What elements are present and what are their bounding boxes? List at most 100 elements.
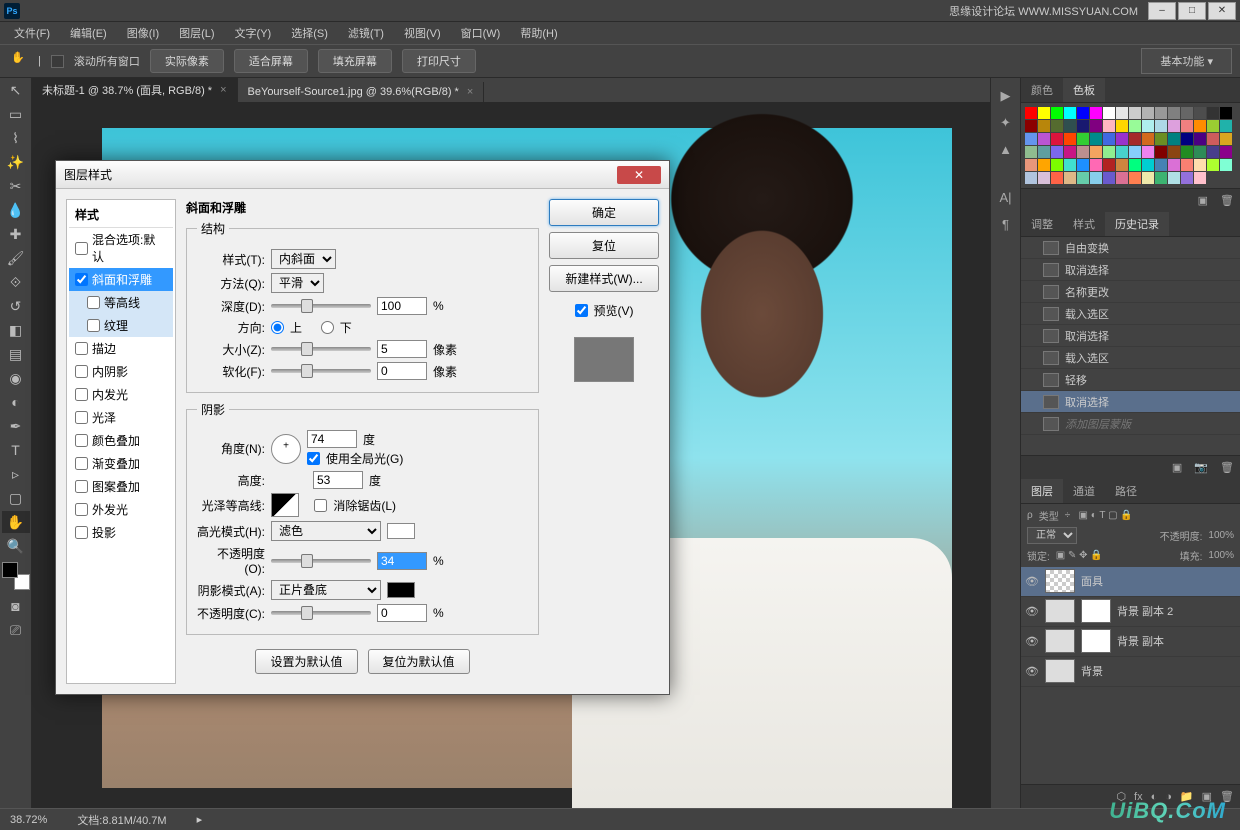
- paragraph-icon[interactable]: ¶: [993, 212, 1019, 238]
- actual-pixels-button[interactable]: 实际像素: [150, 49, 224, 73]
- history-row[interactable]: 添加图层蒙版: [1021, 413, 1240, 435]
- swatch[interactable]: [1038, 120, 1050, 132]
- swatch[interactable]: [1038, 133, 1050, 145]
- swatch[interactable]: [1025, 120, 1037, 132]
- swatch[interactable]: [1207, 146, 1219, 158]
- history-row[interactable]: 取消选择: [1021, 259, 1240, 281]
- swatch[interactable]: [1168, 107, 1180, 119]
- navigator-icon[interactable]: ✦: [993, 110, 1019, 136]
- swatch[interactable]: [1155, 133, 1167, 145]
- swatch[interactable]: [1116, 120, 1128, 132]
- ok-button[interactable]: 确定: [549, 199, 659, 226]
- swatch[interactable]: [1116, 133, 1128, 145]
- swatch[interactable]: [1129, 146, 1141, 158]
- style-list-item[interactable]: 光泽: [69, 406, 173, 429]
- close-button[interactable]: ✕: [1208, 2, 1236, 20]
- swatch[interactable]: [1077, 172, 1089, 184]
- style-list-item[interactable]: 图案叠加: [69, 475, 173, 498]
- style-list-item[interactable]: 外发光: [69, 498, 173, 521]
- highlight-mode-select[interactable]: 滤色: [271, 521, 381, 541]
- layers-tab[interactable]: 图层: [1021, 479, 1063, 503]
- swatch[interactable]: [1207, 133, 1219, 145]
- depth-input[interactable]: [377, 297, 427, 315]
- history-brush-tool[interactable]: ↺: [2, 295, 30, 317]
- style-list-item[interactable]: 渐变叠加: [69, 452, 173, 475]
- swatch[interactable]: [1129, 172, 1141, 184]
- swatch[interactable]: [1103, 159, 1115, 171]
- swatch[interactable]: [1181, 133, 1193, 145]
- swatch[interactable]: [1129, 159, 1141, 171]
- swatch[interactable]: [1103, 133, 1115, 145]
- swatch[interactable]: [1077, 120, 1089, 132]
- history-snap-icon[interactable]: ▣: [1172, 461, 1182, 474]
- angle-control[interactable]: [271, 434, 301, 464]
- move-tool[interactable]: ↖: [2, 79, 30, 101]
- history-row[interactable]: 自由变换: [1021, 237, 1240, 259]
- swatch[interactable]: [1142, 107, 1154, 119]
- visibility-icon[interactable]: 👁: [1025, 665, 1039, 678]
- swatch[interactable]: [1090, 172, 1102, 184]
- layer-row[interactable]: 👁背景 副本 2: [1021, 597, 1240, 627]
- wand-tool[interactable]: ✨: [2, 151, 30, 173]
- swatch[interactable]: [1064, 146, 1076, 158]
- preview-checkbox[interactable]: [575, 304, 588, 317]
- menu-item[interactable]: 视图(V): [394, 25, 451, 41]
- history-row[interactable]: 轻移: [1021, 369, 1240, 391]
- swatch[interactable]: [1142, 159, 1154, 171]
- swatch[interactable]: [1090, 146, 1102, 158]
- history-row[interactable]: 取消选择: [1021, 325, 1240, 347]
- fit-screen-button[interactable]: 适合屏幕: [234, 49, 308, 73]
- swatch[interactable]: [1129, 133, 1141, 145]
- tab-close-icon[interactable]: ×: [220, 84, 226, 96]
- swatch[interactable]: [1194, 133, 1206, 145]
- collapsed-panel-icon[interactable]: ▶: [993, 83, 1019, 109]
- swatch[interactable]: [1025, 146, 1037, 158]
- marquee-tool[interactable]: ▭: [2, 103, 30, 125]
- style-list-item[interactable]: 等高线: [69, 291, 173, 314]
- swatch[interactable]: [1038, 107, 1050, 119]
- style-list-item[interactable]: 斜面和浮雕: [69, 268, 173, 291]
- path-tool[interactable]: ▹: [2, 463, 30, 485]
- make-default-button[interactable]: 设置为默认值: [255, 649, 357, 674]
- swatch[interactable]: [1064, 172, 1076, 184]
- swatch[interactable]: [1220, 133, 1232, 145]
- style-list-item[interactable]: 颜色叠加: [69, 429, 173, 452]
- styles-tab[interactable]: 样式: [1063, 212, 1105, 236]
- type-tool[interactable]: T: [2, 439, 30, 461]
- direction-up-radio[interactable]: [271, 321, 284, 334]
- swatch[interactable]: [1103, 120, 1115, 132]
- swatch[interactable]: [1168, 159, 1180, 171]
- info-icon[interactable]: ▲: [993, 137, 1019, 163]
- channels-tab[interactable]: 通道: [1063, 479, 1105, 503]
- color-tab[interactable]: 颜色: [1021, 78, 1063, 102]
- swatch[interactable]: [1051, 107, 1063, 119]
- cancel-button[interactable]: 复位: [549, 232, 659, 259]
- swatch[interactable]: [1168, 172, 1180, 184]
- swatch[interactable]: [1194, 107, 1206, 119]
- antialias-checkbox[interactable]: [314, 499, 327, 512]
- history-row[interactable]: 名称更改: [1021, 281, 1240, 303]
- swatch[interactable]: [1116, 172, 1128, 184]
- delete-swatch-icon[interactable]: 🗑: [1220, 194, 1234, 207]
- new-swatch-icon[interactable]: ▣: [1198, 194, 1208, 207]
- swatch[interactable]: [1077, 107, 1089, 119]
- swatch[interactable]: [1142, 120, 1154, 132]
- swatch[interactable]: [1025, 107, 1037, 119]
- fill-screen-button[interactable]: 填充屏幕: [318, 49, 392, 73]
- swatch[interactable]: [1064, 159, 1076, 171]
- swatch[interactable]: [1116, 107, 1128, 119]
- soften-slider[interactable]: [271, 369, 371, 373]
- swatch[interactable]: [1064, 120, 1076, 132]
- highlight-opacity-slider[interactable]: [271, 559, 371, 563]
- layer-row[interactable]: 👁背景: [1021, 657, 1240, 687]
- swatch[interactable]: [1025, 133, 1037, 145]
- style-list-item[interactable]: 内阴影: [69, 360, 173, 383]
- swatch[interactable]: [1155, 146, 1167, 158]
- swatch[interactable]: [1129, 120, 1141, 132]
- bevel-method-select[interactable]: 平滑: [271, 273, 324, 293]
- highlight-color-swatch[interactable]: [387, 523, 415, 539]
- swatch[interactable]: [1142, 133, 1154, 145]
- fg-bg-colors[interactable]: [2, 562, 30, 590]
- heal-tool[interactable]: ✚: [2, 223, 30, 245]
- document-tab[interactable]: 未标题-1 @ 38.7% (面具, RGB/8) *×: [32, 78, 238, 102]
